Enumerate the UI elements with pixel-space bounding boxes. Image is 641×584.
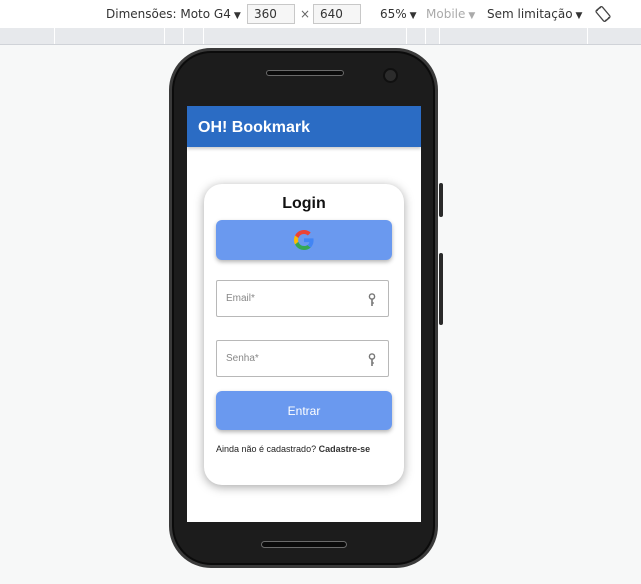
key-icon [368,353,376,366]
devtools-device-toolbar: Dimensões: Moto G4 ▼ 360 × 640 65% ▼ Mobil… [0,0,641,28]
login-card: Login Email* Senha* Entrar Ainda não é c… [204,184,404,485]
throttle-label: Sem limitação [487,7,573,21]
viewport-width-input[interactable]: 360 [247,4,295,24]
email-field[interactable]: Email* [216,280,389,317]
chevron-down-icon: ▼ [575,11,583,21]
phone-side-button [439,253,443,325]
signup-prompt: Ainda não é cadastrado? [216,444,317,454]
app-header: OH! Bookmark [187,106,421,147]
dimension-separator: × [300,7,311,21]
device-label: Dimensões: Moto G4 [106,7,231,21]
ruler-tick [425,28,426,44]
zoom-label: 65% [380,7,407,21]
app-title: OH! Bookmark [198,119,311,136]
signup-line: Ainda não é cadastrado? Cadastre-se [216,444,370,454]
login-title: Login [282,195,326,212]
viewport-height-input[interactable]: 640 [313,4,361,24]
mode-label: Mobile [426,7,466,21]
ruler-tick [54,28,55,44]
phone-side-button [439,183,443,217]
ruler-tick [203,28,204,44]
ruler-tick [439,28,440,44]
zoom-selector[interactable]: 65% ▼ [380,7,417,21]
device-selector[interactable]: Dimensões: Moto G4 ▼ [106,7,241,21]
phone-home-bar [261,541,347,548]
key-icon [368,293,376,306]
phone-camera [383,68,398,83]
submit-button[interactable]: Entrar [216,391,392,430]
phone-speaker [266,70,344,76]
signup-link[interactable]: Cadastre-se [319,444,371,454]
google-login-button[interactable] [216,220,392,260]
password-field[interactable]: Senha* [216,340,389,377]
password-placeholder: Senha* [226,353,259,364]
google-icon [294,230,314,250]
rotate-icon[interactable] [595,6,611,22]
ruler-tick [587,28,588,44]
device-mode-selector[interactable]: Mobile ▼ [426,7,475,21]
chevron-down-icon: ▼ [468,11,476,21]
ruler-tick [183,28,184,44]
chevron-down-icon: ▼ [233,11,241,21]
ruler-tick [406,28,407,44]
throttle-selector[interactable]: Sem limitação ▼ [487,7,582,21]
media-query-ruler [0,28,641,45]
app-screen: OH! Bookmark Login Email* Senha* Entrar … [187,106,421,522]
ruler-tick [164,28,165,44]
chevron-down-icon: ▼ [409,11,417,21]
email-placeholder: Email* [226,293,255,304]
